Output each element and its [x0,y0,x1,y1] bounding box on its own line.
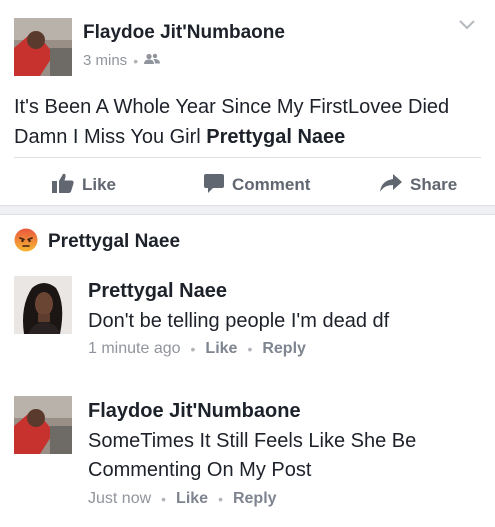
comment-reply-link[interactable]: Reply [262,340,306,358]
post-actions: Like Comment Share [0,172,495,198]
angry-reaction-icon [14,228,38,257]
meta-dot: • [218,491,223,507]
thumbs-up-icon [52,173,74,198]
reaction-summary[interactable]: Prettygal Naee [14,228,180,256]
comment-meta: 1 minute ago • Like • Reply [88,340,306,358]
like-label: Like [82,175,117,194]
comment-author-name[interactable]: Flaydoe Jit'Numbaone [88,400,301,423]
share-arrow-icon [380,173,402,197]
meta-dot: • [190,341,196,357]
share-label: Share [410,175,458,194]
post-author-name[interactable]: Flaydoe Jit'Numbaone [83,22,285,44]
meta-dot: • [133,52,139,69]
comment-button[interactable]: Comment [204,172,310,198]
comment-like-link[interactable]: Like [205,340,237,358]
meta-dot: • [247,341,253,357]
post-card: Flaydoe Jit'Numbaone 3 mins • It's Been … [0,0,495,213]
reaction-user-name[interactable]: Prettygal Naee [48,231,180,253]
post-time[interactable]: 3 mins [83,52,127,69]
like-button[interactable]: Like [52,172,116,198]
comment-label: Comment [232,175,311,194]
comment-like-link[interactable]: Like [176,490,208,508]
comment-time[interactable]: Just now [88,490,151,508]
post-tag-mention[interactable]: Prettygal Naee [206,126,345,148]
friends-icon [144,52,161,69]
post-author-avatar[interactable] [14,18,72,76]
comment-author-name[interactable]: Prettygal Naee [88,280,227,303]
comment-author-avatar[interactable] [14,276,72,334]
meta-dot: • [161,491,167,507]
post-text: It's Been A Whole Year Since My FirstLov… [14,92,484,152]
comment-meta: Just now • Like • Reply [88,490,277,508]
comment-text: SomeTimes It Still Feels Like She Be Com… [88,430,417,481]
share-button[interactable]: Share [380,172,457,198]
comment-time[interactable]: 1 minute ago [88,340,181,358]
chevron-down-icon[interactable] [457,18,477,32]
post-meta: 3 mins • [83,52,161,69]
divider [14,157,481,158]
comment-reply-link[interactable]: Reply [233,490,277,508]
comment-text: Don't be telling people I'm dead df [88,310,390,332]
comment-icon [204,173,224,198]
section-separator [0,205,495,215]
comment-author-avatar[interactable] [14,396,72,454]
